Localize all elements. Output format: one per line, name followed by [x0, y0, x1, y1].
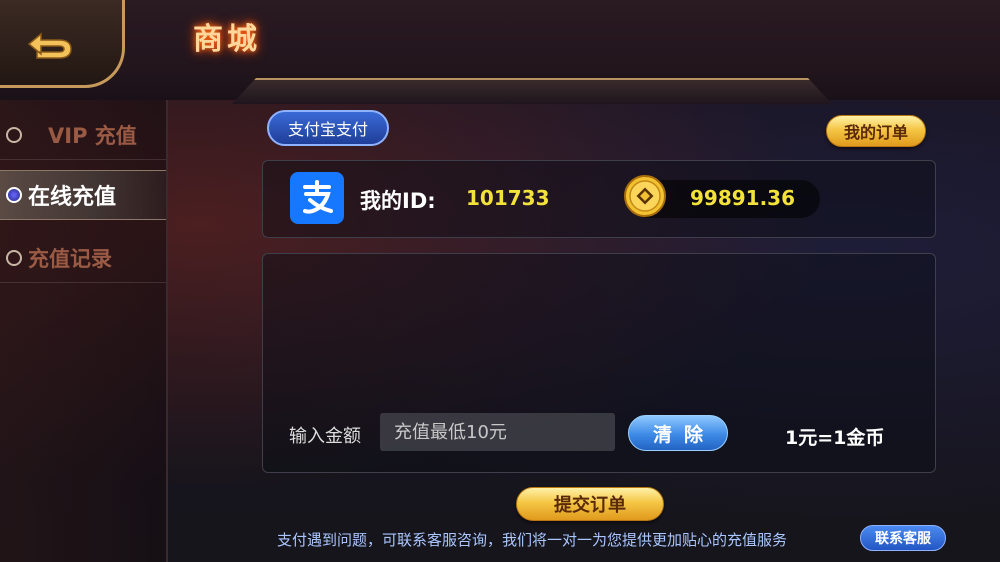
back-arrow-icon [27, 32, 72, 59]
alipay-icon [290, 172, 344, 224]
amount-input[interactable] [380, 413, 615, 451]
radio-dot-icon [6, 249, 22, 266]
page-title: 商城 [193, 22, 261, 57]
tab-alipay-payment[interactable]: 支付宝支付 [267, 110, 389, 146]
sidebar-item-recharge-history[interactable]: 充值记录 [0, 233, 166, 283]
radio-dot-icon [6, 187, 22, 203]
clear-button[interactable]: 清除 [628, 415, 728, 451]
header-trim [232, 78, 832, 104]
radio-dot-icon [6, 126, 22, 143]
my-orders-button[interactable]: 我的订单 [826, 115, 926, 147]
sidebar-item-online-recharge[interactable]: 在线充值 [0, 170, 166, 220]
exchange-rate-text: 1元=1金币 [785, 427, 885, 449]
sidebar-item-vip-recharge[interactable]: VIP 充值 [0, 110, 166, 160]
sidebar-item-label: 充值记录 [28, 246, 112, 271]
submit-order-button[interactable]: 提交订单 [516, 487, 664, 521]
back-button[interactable] [15, 28, 77, 62]
coin-balance-value: 99891.36 [690, 186, 796, 210]
amount-label: 输入金额 [289, 426, 361, 447]
user-id-value: 101733 [466, 186, 550, 210]
gold-coin-icon [624, 175, 666, 217]
contact-support-button[interactable]: 联系客服 [860, 525, 946, 551]
user-id-label: 我的ID: [360, 189, 436, 213]
help-text: 支付遇到问题，可联系客服咨询，我们将一对一为您提供更加贴心的充值服务 [277, 531, 788, 549]
sidebar-item-label: VIP 充值 [48, 123, 137, 148]
sidebar: VIP 充值 在线充值 充值记录 [0, 100, 168, 562]
sidebar-item-label: 在线充值 [28, 185, 117, 210]
